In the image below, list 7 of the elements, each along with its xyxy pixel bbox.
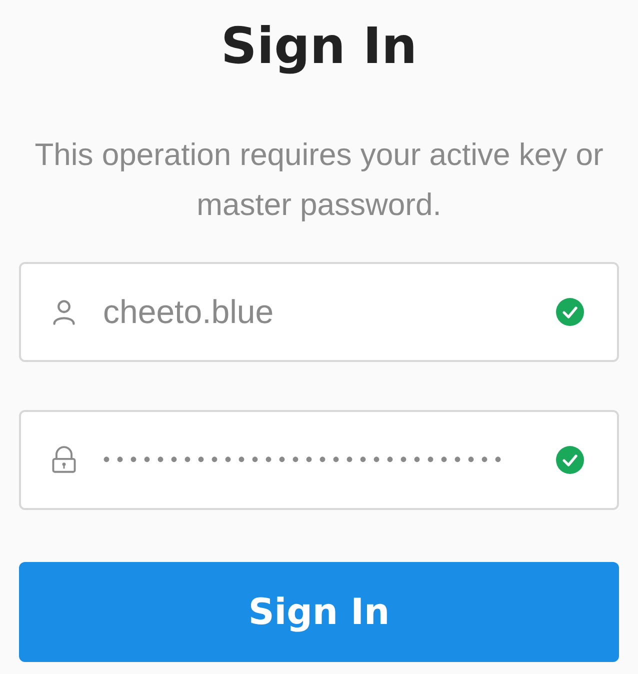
page-title: Sign In: [220, 16, 418, 77]
password-field[interactable]: ••••••••••••••••••••••••••••••: [19, 410, 619, 510]
sign-in-button[interactable]: Sign In: [19, 562, 619, 662]
padlock-icon: [51, 446, 77, 474]
instruction-text: This operation requires your active key or master password.: [34, 136, 604, 224]
username-field[interactable]: cheeto.blue: [19, 262, 619, 362]
person-icon: [51, 298, 77, 326]
